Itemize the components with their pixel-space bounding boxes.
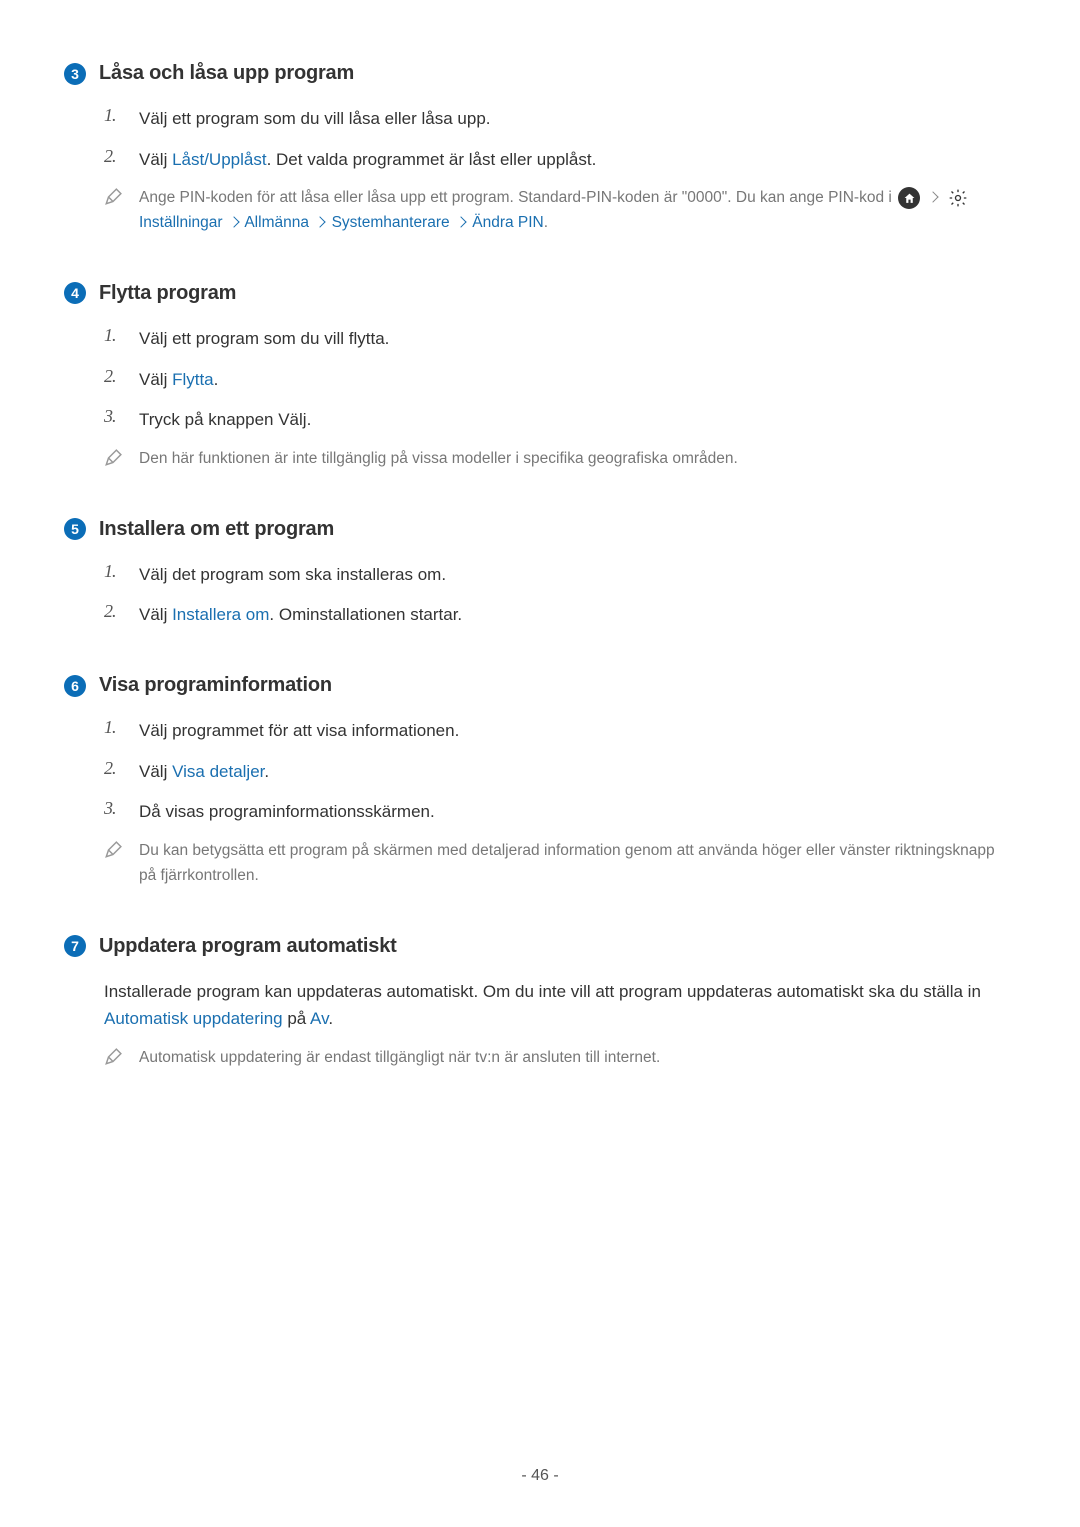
section-number-badge: 6 <box>64 675 86 697</box>
list-item: 1. Välj ett program som du vill låsa ell… <box>64 105 1016 132</box>
para-prefix: Installerade program kan uppdateras auto… <box>104 982 981 1001</box>
list-number: 1. <box>104 105 122 126</box>
list-text: Välj programmet för att visa information… <box>139 717 1016 744</box>
list-text: Välj Visa detaljer. <box>139 758 1016 785</box>
note-item: Ange PIN-koden för att låsa eller låsa u… <box>64 186 1016 236</box>
note-text: Automatisk uppdatering är endast tillgän… <box>139 1046 1016 1071</box>
note-item: Den här funktionen är inte tillgänglig p… <box>64 447 1016 472</box>
pencil-icon <box>104 447 122 472</box>
note-text: Ange PIN-koden för att låsa eller låsa u… <box>139 186 1016 236</box>
home-icon <box>898 187 920 209</box>
section-heading-5: 5 Installera om ett program <box>64 518 1016 541</box>
list-text: Välj ett program som du vill låsa eller … <box>139 105 1016 132</box>
text-suffix: . Ominstallationen startar. <box>269 605 462 624</box>
list-text: Välj ett program som du vill flytta. <box>139 325 1016 352</box>
list-number: 3. <box>104 798 122 819</box>
note-prefix: Ange PIN-koden för att låsa eller låsa u… <box>139 189 896 206</box>
list-item: 3. Tryck på knappen Välj. <box>64 406 1016 433</box>
list-item: 1. Välj det program som ska installeras … <box>64 561 1016 588</box>
para-suffix: . <box>328 1009 333 1028</box>
section-number-badge: 5 <box>64 518 86 540</box>
list-number: 3. <box>104 406 122 427</box>
list-text: Välj Flytta. <box>139 366 1016 393</box>
setting-link: Av <box>310 1009 328 1028</box>
menu-link: Låst/Upplåst <box>172 150 267 169</box>
list-number: 1. <box>104 717 122 738</box>
note-text: Du kan betygsätta ett program på skärmen… <box>139 839 1016 889</box>
section-heading-3: 3 Låsa och låsa upp program <box>64 62 1016 85</box>
breadcrumb-link: Inställningar <box>139 214 223 231</box>
text-prefix: Välj <box>139 762 172 781</box>
note-text: Den här funktionen är inte tillgänglig p… <box>139 447 1016 472</box>
text-suffix: . <box>264 762 269 781</box>
paragraph: Installerade program kan uppdateras auto… <box>64 978 1016 1032</box>
menu-link: Visa detaljer <box>172 762 264 781</box>
list-item: 3. Då visas programinformationsskärmen. <box>64 798 1016 825</box>
gear-icon <box>947 187 969 209</box>
list-number: 2. <box>104 601 122 622</box>
pencil-icon <box>104 839 122 864</box>
list-item: 2. Välj Flytta. <box>64 366 1016 393</box>
list-text: Välj Installera om. Ominstallationen sta… <box>139 601 1016 628</box>
list-number: 2. <box>104 146 122 167</box>
section-title: Låsa och låsa upp program <box>99 62 354 85</box>
list-number: 2. <box>104 758 122 779</box>
chevron-right-icon <box>315 216 326 227</box>
text-prefix: Välj <box>139 370 172 389</box>
setting-link: Automatisk uppdatering <box>104 1009 283 1028</box>
list-item: 1. Välj ett program som du vill flytta. <box>64 325 1016 352</box>
note-item: Automatisk uppdatering är endast tillgän… <box>64 1046 1016 1071</box>
menu-link: Flytta <box>172 370 214 389</box>
breadcrumb-link: Systemhanterare <box>332 214 450 231</box>
list-number: 2. <box>104 366 122 387</box>
list-text: Tryck på knappen Välj. <box>139 406 1016 433</box>
section-title: Installera om ett program <box>99 518 334 541</box>
para-mid: på <box>283 1009 310 1028</box>
list-item: 2. Välj Installera om. Ominstallationen … <box>64 601 1016 628</box>
breadcrumb-link: Allmänna <box>244 214 309 231</box>
pencil-icon <box>104 1046 122 1071</box>
text-suffix: . <box>214 370 219 389</box>
note-item: Du kan betygsätta ett program på skärmen… <box>64 839 1016 889</box>
text-prefix: Välj <box>139 150 172 169</box>
page-number: - 46 - <box>0 1467 1080 1485</box>
text-suffix: . Det valda programmet är låst eller upp… <box>267 150 597 169</box>
chevron-right-icon <box>228 216 239 227</box>
chevron-right-icon <box>455 216 466 227</box>
list-item: 2. Välj Visa detaljer. <box>64 758 1016 785</box>
breadcrumb-link: Ändra PIN <box>472 214 544 231</box>
text-prefix: Välj <box>139 605 172 624</box>
list-text: Välj det program som ska installeras om. <box>139 561 1016 588</box>
section-number-badge: 3 <box>64 63 86 85</box>
section-number-badge: 4 <box>64 282 86 304</box>
list-number: 1. <box>104 325 122 346</box>
list-item: 2. Välj Låst/Upplåst. Det valda programm… <box>64 146 1016 173</box>
chevron-right-icon <box>928 192 939 203</box>
section-heading-4: 4 Flytta program <box>64 282 1016 305</box>
section-heading-6: 6 Visa programinformation <box>64 674 1016 697</box>
section-title: Visa programinformation <box>99 674 332 697</box>
list-item: 1. Välj programmet för att visa informat… <box>64 717 1016 744</box>
list-text: Då visas programinformationsskärmen. <box>139 798 1016 825</box>
menu-link: Installera om <box>172 605 269 624</box>
list-text: Välj Låst/Upplåst. Det valda programmet … <box>139 146 1016 173</box>
pencil-icon <box>104 186 122 211</box>
list-number: 1. <box>104 561 122 582</box>
section-number-badge: 7 <box>64 935 86 957</box>
section-heading-7: 7 Uppdatera program automatiskt <box>64 935 1016 958</box>
section-title: Flytta program <box>99 282 236 305</box>
section-title: Uppdatera program automatiskt <box>99 935 397 958</box>
